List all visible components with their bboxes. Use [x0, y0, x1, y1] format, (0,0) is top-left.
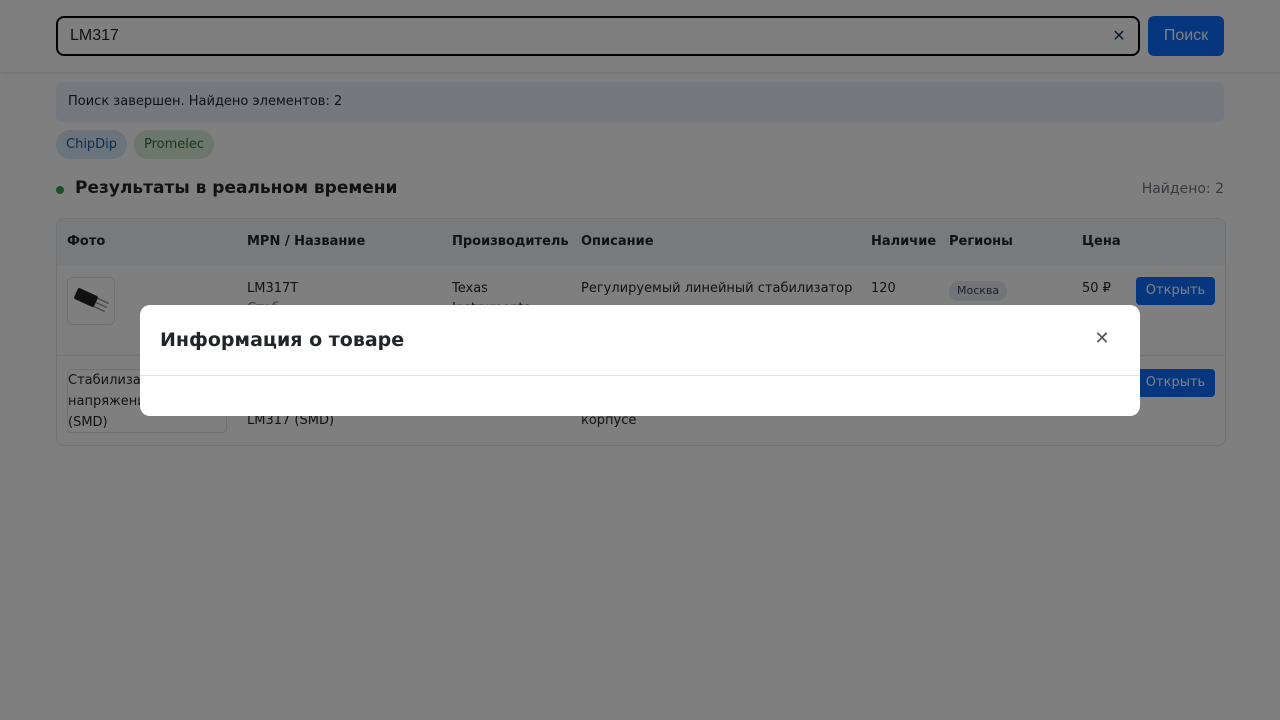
modal-title: Информация о товаре	[160, 329, 405, 351]
product-info-modal: Информация о товаре ✕	[140, 305, 1140, 416]
close-icon[interactable]: ✕	[1092, 329, 1112, 349]
modal-divider	[140, 375, 1140, 376]
